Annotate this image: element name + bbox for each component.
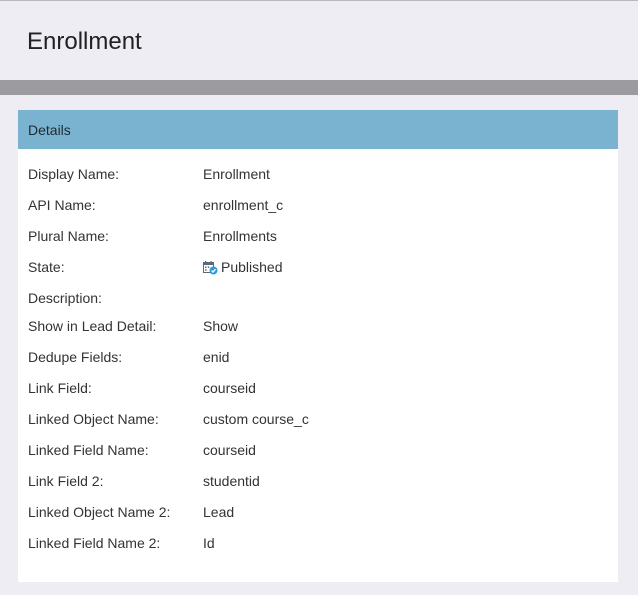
detail-value: courseid [203, 442, 256, 458]
detail-value-state: Published [203, 259, 283, 275]
detail-value: studentid [203, 473, 260, 489]
detail-label: Linked Field Name 2: [28, 535, 161, 551]
header-divider [0, 80, 638, 95]
details-panel: Details Display Name: Enrollment API Nam… [18, 110, 618, 582]
detail-row-link-field: Link Field: courseid [28, 380, 608, 411]
detail-row-link-field-2: Link Field 2: studentid [28, 473, 608, 504]
detail-value: courseid [203, 380, 256, 396]
detail-value: Show [203, 318, 239, 334]
detail-value: Enrollments [203, 228, 277, 244]
details-panel-header: Details [18, 110, 618, 149]
page-header: Enrollment [0, 0, 638, 80]
state-text: Published [221, 259, 283, 275]
detail-value: enid [203, 349, 230, 365]
detail-row-linked-object-name-2: Linked Object Name 2: Lead [28, 504, 608, 535]
published-calendar-check-icon [203, 261, 218, 275]
detail-row-state: State: Published [28, 259, 608, 290]
detail-label: Link Field: [28, 380, 92, 396]
page-title: Enrollment [27, 28, 142, 55]
detail-value: Lead [203, 504, 235, 520]
detail-label: Link Field 2: [28, 473, 104, 489]
detail-label: Linked Field Name: [28, 442, 149, 458]
detail-row-dedupe-fields: Dedupe Fields: enid [28, 349, 608, 380]
detail-row-show-in-lead-detail: Show in Lead Detail: Show [28, 318, 608, 349]
detail-label: State: [28, 259, 65, 275]
detail-label: Linked Object Name: [28, 411, 159, 427]
detail-label: Dedupe Fields: [28, 349, 123, 365]
detail-value: enrollment_c [203, 197, 284, 213]
detail-row-linked-field-name: Linked Field Name: courseid [28, 442, 608, 473]
detail-label: Description: [28, 290, 102, 306]
detail-label: Plural Name: [28, 228, 109, 244]
detail-row-display-name: Display Name: Enrollment [28, 166, 608, 197]
detail-row-linked-field-name-2: Linked Field Name 2: Id [28, 535, 608, 566]
detail-row-api-name: API Name: enrollment_c [28, 197, 608, 228]
detail-label: Linked Object Name 2: [28, 504, 171, 520]
detail-label: Display Name: [28, 166, 120, 182]
detail-label: Show in Lead Detail: [28, 318, 157, 334]
detail-row-description: Description: [28, 290, 608, 318]
detail-row-linked-object-name: Linked Object Name: custom course_c [28, 411, 608, 442]
detail-value: custom course_c [203, 411, 309, 427]
detail-value: Enrollment [203, 166, 270, 182]
detail-value: Id [203, 535, 215, 551]
detail-row-plural-name: Plural Name: Enrollments [28, 228, 608, 259]
details-list: Display Name: Enrollment API Name: enrol… [28, 166, 608, 566]
detail-label: API Name: [28, 197, 96, 213]
